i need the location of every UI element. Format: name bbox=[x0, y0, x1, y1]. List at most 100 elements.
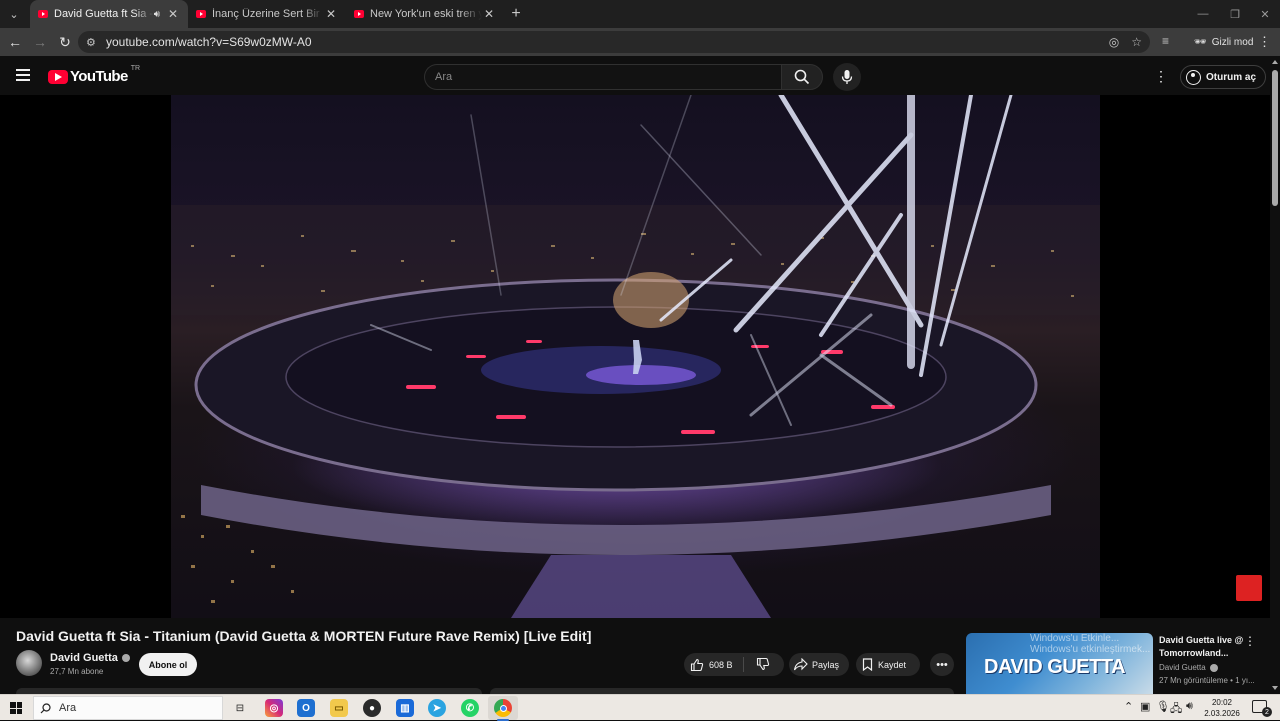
incognito-label: Gizli mod bbox=[1211, 36, 1254, 48]
youtube-favicon-icon bbox=[354, 10, 364, 18]
youtube-logo[interactable]: YouTube TR bbox=[48, 65, 140, 85]
microphone-icon bbox=[841, 70, 853, 84]
subscribe-button[interactable]: Abone ol bbox=[139, 653, 197, 676]
close-tab-icon[interactable]: ✕ bbox=[166, 7, 180, 21]
browser-tab-bar: ⌄ David Guetta ft Sia - Titanium 🔊︎ ✕ İn… bbox=[0, 0, 1280, 28]
video-player[interactable] bbox=[0, 95, 1270, 618]
thumbnail-text: DAVID GUETTA bbox=[984, 656, 1126, 678]
thumbs-up-icon bbox=[690, 658, 704, 671]
youtube-favicon-icon bbox=[38, 10, 48, 18]
channel-watermark-icon[interactable] bbox=[1236, 575, 1262, 601]
share-button[interactable]: Paylaş bbox=[789, 653, 849, 676]
tab-title: New York'un eski tren yolunda bbox=[370, 8, 482, 20]
reading-list-icon[interactable]: ≡ bbox=[1162, 34, 1169, 48]
subscriber-count: 27,7 Mn abone bbox=[50, 667, 104, 676]
dislike-button[interactable] bbox=[756, 657, 770, 673]
recommendation-thumbnail[interactable]: Windows'u Etkinle... Windows'u etkinleşt… bbox=[966, 633, 1153, 694]
recommendation-title[interactable]: David Guetta live @ Tomorrowland... bbox=[1159, 634, 1249, 660]
forward-button[interactable]: → bbox=[28, 30, 52, 54]
show-hidden-icons-chevron-icon[interactable]: ⌃ bbox=[1124, 700, 1133, 713]
scroll-up-arrow[interactable] bbox=[1272, 60, 1278, 64]
bookmark-icon bbox=[862, 658, 873, 671]
minimize-window-button[interactable]: — bbox=[1186, 0, 1220, 28]
file-explorer-icon[interactable]: ▭ bbox=[330, 699, 348, 717]
speaker-icon[interactable]: 🔊︎ bbox=[154, 9, 160, 20]
voice-search-button[interactable] bbox=[833, 63, 861, 91]
recommendation-channel: David Guetta bbox=[1159, 663, 1218, 672]
tab-title: David Guetta ft Sia - Titanium bbox=[54, 8, 154, 20]
youtube-header: YouTube TR Ara ⋮ Oturum aç bbox=[0, 56, 1270, 96]
clock-time: 20:02 bbox=[1211, 698, 1233, 707]
watermark-line: Windows'u Etkinle... bbox=[1030, 633, 1120, 644]
taskbar-search-placeholder: Ara bbox=[59, 702, 77, 714]
telegram-icon[interactable]: ➤ bbox=[428, 699, 446, 717]
more-actions-button[interactable]: ••• bbox=[930, 653, 954, 676]
recommendation-menu-icon[interactable]: ⋮ bbox=[1244, 634, 1256, 648]
trello-icon[interactable]: ▥ bbox=[396, 699, 414, 717]
search-input[interactable]: Ara bbox=[424, 64, 782, 90]
taskbar-search[interactable]: Ara bbox=[33, 696, 223, 720]
reload-button[interactable]: ↻ bbox=[53, 30, 77, 54]
tab-new-york-tren[interactable]: New York'un eski tren yolunda ✕ bbox=[346, 0, 504, 28]
eye-off-icon[interactable]: ◎ bbox=[1109, 35, 1119, 49]
save-label: Kaydet bbox=[878, 659, 907, 670]
verified-badge-icon bbox=[121, 654, 130, 662]
tab-search-menu-button[interactable]: ⌄ bbox=[4, 4, 24, 24]
search-icon bbox=[40, 702, 51, 713]
bookmark-star-icon[interactable]: ☆ bbox=[1131, 35, 1142, 49]
more-horizontal-icon: ••• bbox=[936, 658, 948, 671]
taskbar-clock[interactable]: 20:02 2.03.2026 bbox=[1200, 697, 1244, 719]
scrollbar-thumb[interactable] bbox=[1272, 70, 1278, 206]
youtube-play-icon bbox=[48, 69, 68, 84]
new-tab-button[interactable]: + bbox=[504, 5, 528, 23]
scroll-down-arrow[interactable] bbox=[1272, 686, 1278, 690]
search-button[interactable] bbox=[781, 64, 823, 90]
app-icon[interactable]: ● bbox=[363, 699, 381, 717]
device-icon[interactable]: ▣ bbox=[1140, 700, 1150, 713]
back-button[interactable]: ← bbox=[3, 30, 27, 54]
volume-icon[interactable]: 🔊︎ bbox=[1186, 700, 1193, 713]
channel-name: David Guetta bbox=[50, 652, 118, 664]
chrome-icon[interactable] bbox=[494, 699, 512, 721]
close-tab-icon[interactable]: ✕ bbox=[324, 7, 338, 21]
close-tab-icon[interactable]: ✕ bbox=[482, 7, 496, 21]
search-icon bbox=[794, 69, 810, 85]
site-settings-icon[interactable]: ⚙ bbox=[86, 36, 100, 49]
video-title: David Guetta ft Sia - Titanium (David Gu… bbox=[16, 628, 592, 644]
incognito-indicator[interactable]: 🕶︎ Gizli mod bbox=[1186, 32, 1262, 52]
like-count: 608 B bbox=[709, 659, 733, 670]
page-scrollbar[interactable] bbox=[1270, 56, 1280, 694]
like-dislike-group: 608 B bbox=[684, 653, 784, 676]
url-text: youtube.com/watch?v=S69w0zMW-A0 bbox=[106, 35, 312, 49]
share-arrow-icon bbox=[793, 658, 808, 671]
channel-name-link[interactable]: David Guetta bbox=[50, 652, 130, 664]
windows-start-icon[interactable] bbox=[10, 702, 22, 714]
sign-in-button[interactable]: Oturum aç bbox=[1180, 65, 1267, 89]
save-button[interactable]: Kaydet bbox=[856, 653, 920, 676]
menu-icon[interactable] bbox=[16, 69, 30, 81]
microphone-icon[interactable]: 🎙︎ bbox=[1156, 700, 1170, 713]
search-placeholder: Ara bbox=[435, 71, 453, 83]
settings-kebab-icon[interactable]: ⋮ bbox=[1154, 68, 1168, 85]
address-bar[interactable]: ⚙ youtube.com/watch?v=S69w0zMW-A0 ◎ ☆ bbox=[78, 31, 1150, 53]
instagram-icon[interactable]: ◎ bbox=[265, 699, 283, 717]
sign-in-label: Oturum aç bbox=[1206, 71, 1257, 83]
video-frame[interactable] bbox=[171, 95, 1100, 618]
tab-inanc-sohbet[interactable]: İnanç Üzerine Sert Bir Sohbet - ✕ bbox=[188, 0, 346, 28]
browser-menu-icon[interactable]: ⋮ bbox=[1258, 34, 1271, 50]
close-window-button[interactable]: ✕ bbox=[1248, 0, 1280, 28]
whatsapp-icon[interactable]: ✆ bbox=[461, 699, 479, 717]
logo-text: YouTube bbox=[70, 68, 128, 85]
tab-title: İnanç Üzerine Sert Bir Sohbet - bbox=[212, 8, 324, 20]
browser-toolbar: ← → ↻ ⚙ youtube.com/watch?v=S69w0zMW-A0 … bbox=[0, 28, 1280, 56]
channel-avatar[interactable] bbox=[16, 650, 42, 676]
outlook-icon[interactable]: O bbox=[297, 699, 315, 717]
network-icon[interactable]: 🖧︎ bbox=[1170, 700, 1182, 719]
like-button[interactable]: 608 B bbox=[690, 657, 744, 672]
tab-david-guetta[interactable]: David Guetta ft Sia - Titanium 🔊︎ ✕ bbox=[30, 0, 188, 28]
thumbs-down-icon bbox=[756, 657, 769, 670]
account-icon bbox=[1186, 69, 1201, 85]
task-view-icon[interactable]: ⊟ bbox=[231, 699, 249, 717]
restore-window-button[interactable]: ❐ bbox=[1218, 0, 1252, 28]
incognito-icon: 🕶︎ bbox=[1194, 36, 1207, 48]
